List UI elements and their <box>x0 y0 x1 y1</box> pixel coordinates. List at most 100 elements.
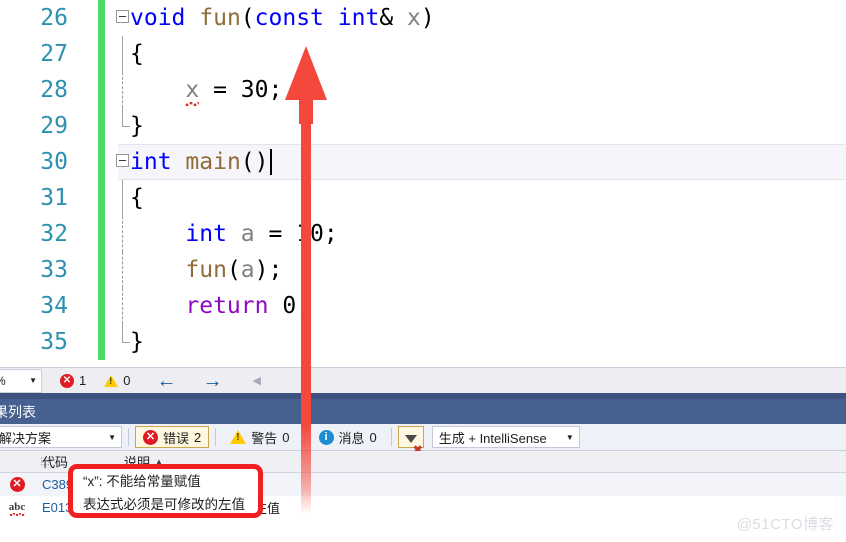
error-icon: ✕ <box>60 373 74 388</box>
filter-warnings-toggle[interactable]: 警告 0 <box>222 426 297 448</box>
code-text[interactable]: x = 30; <box>130 72 282 108</box>
filter-errors-count: 2 <box>194 429 202 445</box>
change-indicator-bar <box>98 180 105 216</box>
change-indicator-bar <box>98 36 105 72</box>
chevron-down-icon: ▼ <box>29 376 37 385</box>
code-text[interactable]: } <box>130 108 144 144</box>
build-source-value: 生成 + IntelliSense <box>438 430 547 446</box>
code-token: int <box>185 221 227 247</box>
warning-icon <box>104 374 119 387</box>
change-indicator-bar <box>98 144 105 180</box>
code-token: ; <box>268 77 283 103</box>
code-text[interactable]: { <box>130 36 144 72</box>
filter-messages-toggle[interactable]: i 消息 0 <box>311 426 385 448</box>
code-token: 10 <box>296 221 324 247</box>
code-editor[interactable]: 26 void fun(const int& x) 27{28 x = 30; 29}… <box>0 0 846 367</box>
change-indicator-bar <box>98 108 105 144</box>
code-line[interactable]: 34 return 0; <box>0 288 846 324</box>
clear-filter-button[interactable]: ✖ <box>397 426 424 456</box>
code-token: 0 <box>282 293 297 319</box>
toolbar-separator <box>390 428 392 446</box>
panel-tab-row[interactable]: 果列表 <box>0 399 846 424</box>
code-line[interactable]: 32 int a = 10; <box>0 216 846 252</box>
change-indicator-bar <box>98 216 105 252</box>
code-token: return <box>185 293 269 319</box>
chevron-down-icon: ▼ <box>565 432 574 442</box>
build-source-dropdown[interactable]: 生成 + IntelliSense ▼ <box>431 426 580 448</box>
code-token: 30 <box>240 77 269 103</box>
fold-guide-line <box>122 252 123 288</box>
zoom-level-dropdown[interactable]: % ▼ <box>0 368 42 393</box>
chevron-down-icon: ▼ <box>108 432 116 442</box>
code-token: x <box>185 72 199 108</box>
code-text[interactable]: } <box>130 324 144 360</box>
code-line[interactable]: 29} <box>0 108 846 144</box>
toolbar-separator <box>215 428 217 446</box>
code-line-list[interactable]: 26 void fun(const int& x) 27{28 x = 30; 29}… <box>0 0 846 360</box>
collapse-left-icon[interactable]: ◀ <box>252 374 260 387</box>
fold-collapse-icon[interactable] <box>116 10 129 23</box>
code-token: ; <box>323 221 338 247</box>
fold-guide-line <box>122 216 123 252</box>
code-token: ; <box>296 293 311 319</box>
fold-collapse-icon[interactable] <box>116 154 129 167</box>
filter-warnings-label: 警告 <box>251 430 278 446</box>
filter-messages-label: 消息 <box>338 430 365 446</box>
code-token: a <box>240 221 255 247</box>
annotation-highlight-box: “x”: 不能给常量赋值 表达式必须是可修改的左值 <box>68 464 263 518</box>
code-text[interactable]: int a = 10; <box>130 216 338 252</box>
annotation-text-line-1: “x”: 不能给常量赋值 <box>83 473 201 489</box>
filter-clear-icon: ✖ <box>404 435 423 456</box>
code-text[interactable]: return 0; <box>130 288 310 324</box>
line-number: 34 <box>40 293 68 319</box>
scope-dropdown[interactable]: 个解决方案 ▼ <box>0 426 122 448</box>
intellisense-icon: abc <box>8 501 26 516</box>
code-token: a <box>240 257 255 283</box>
code-text[interactable]: fun(a); <box>130 252 282 288</box>
navigate-back-button[interactable]: ← <box>156 371 176 391</box>
code-line[interactable]: 30 int main() <box>0 144 846 180</box>
info-icon: i <box>318 429 334 445</box>
code-token: int <box>130 149 172 175</box>
status-warning-count[interactable]: 0 <box>104 373 130 388</box>
toolbar-separator <box>128 428 129 446</box>
code-line[interactable]: 26 void fun(const int& x) <box>0 0 846 36</box>
code-line[interactable]: 27 { <box>0 36 846 72</box>
status-error-count[interactable]: ✕ 1 <box>60 373 86 388</box>
fold-guide-line-end <box>122 324 130 343</box>
status-error-count-value: 1 <box>79 373 87 388</box>
fold-guide-line-end <box>122 108 130 127</box>
line-number: 33 <box>40 257 68 283</box>
code-token: x <box>407 5 421 31</box>
code-token: { <box>130 41 144 67</box>
line-number: 28 <box>40 77 68 103</box>
code-token: const <box>254 5 324 31</box>
code-token: fun <box>185 257 227 283</box>
code-text[interactable]: void fun(const int& x) <box>130 0 435 36</box>
code-text[interactable]: int main() <box>130 144 272 180</box>
filter-messages-count: 0 <box>369 429 377 445</box>
tab-error-list[interactable]: 果列表 <box>0 402 44 422</box>
fold-guide-line <box>122 72 123 108</box>
change-indicator-bar <box>98 0 105 36</box>
code-line[interactable]: 33 fun(a); <box>0 252 846 288</box>
code-line[interactable]: 31 { <box>0 180 846 216</box>
code-token: void <box>130 5 186 31</box>
line-number: 29 <box>40 113 68 139</box>
code-token: fun <box>199 5 241 31</box>
code-text[interactable]: { <box>130 180 144 216</box>
line-number: 31 <box>40 185 68 211</box>
code-line[interactable]: 35} <box>0 324 846 360</box>
code-token: () <box>240 149 269 175</box>
code-token: & <box>379 5 408 31</box>
navigate-forward-button[interactable]: → <box>202 371 222 391</box>
filter-errors-toggle[interactable]: ✕ 错误 2 <box>135 426 210 448</box>
error-list-toolbar: 个解决方案 ▼ ✕ 错误 2 警告 0 i 消息 0 <box>0 424 846 456</box>
code-token: = <box>254 221 297 247</box>
code-line[interactable]: 28 x = 30; <box>0 72 846 108</box>
